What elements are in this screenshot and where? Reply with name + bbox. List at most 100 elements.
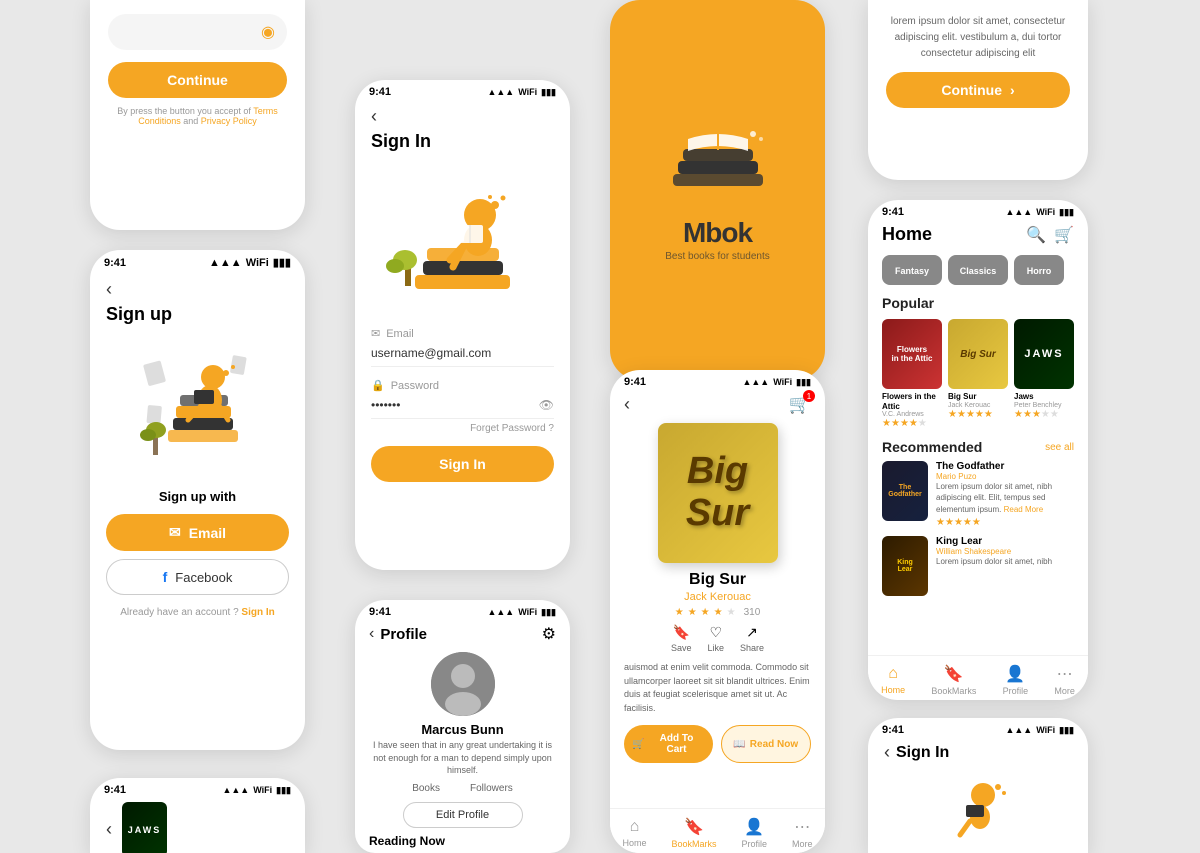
star2: ★ (688, 607, 697, 618)
back-button[interactable]: ‹ (106, 279, 112, 300)
battery-icon: ▮▮▮ (1059, 725, 1074, 736)
edit-profile-button[interactable]: Edit Profile (403, 802, 523, 828)
save-icon: 🔖 (673, 624, 690, 641)
genre-fantasy-label: Fantasy (895, 266, 929, 276)
signup-top-card: ◉ Continue By press the button you accep… (90, 0, 305, 230)
like-icon: ♡ (709, 624, 722, 641)
nav-bookmarks-label: BookMarks (671, 839, 716, 849)
book3-author: Peter Benchley (1014, 402, 1074, 409)
star4-half: ★ (714, 607, 723, 618)
search-icon[interactable]: 🔍 (1026, 225, 1046, 245)
status-bar: 9:41 ▲▲▲ WiFi ▮▮▮ (90, 250, 305, 271)
more-icon: ⋯ (794, 817, 810, 837)
rec1-title: The Godfather (936, 461, 1074, 472)
signin2-card: 9:41 ▲▲▲ WiFi ▮▮▮ ‹ Sign In (868, 718, 1088, 853)
time: 9:41 (104, 784, 126, 796)
password-input[interactable] (371, 392, 554, 419)
signin-illustration (385, 160, 540, 315)
like-action[interactable]: ♡ Like (707, 624, 724, 653)
nav-profile[interactable]: 👤 Profile (741, 817, 767, 849)
back-button-jaws[interactable]: ‹ (106, 819, 112, 840)
facebook-label: Facebook (175, 570, 232, 585)
wifi-icon: WiFi (1036, 725, 1055, 735)
email-input[interactable] (371, 340, 554, 367)
signal-icon: ▲▲▲ (487, 607, 514, 617)
signin-card: 9:41 ▲▲▲ WiFi ▮▮▮ ‹ Sign In (355, 80, 570, 570)
cart-badge: 1 (803, 390, 815, 402)
signup-with-label: Sign up with (106, 489, 289, 504)
wifi-icon: WiFi (1036, 207, 1055, 217)
profile-nav-icon: 👤 (1005, 664, 1025, 684)
book-description: auismod at enim velit commoda. Commodo s… (624, 661, 811, 715)
popular-book-2[interactable]: Big Sur Big Sur Jack Kerouac ★★★★★ (948, 319, 1008, 429)
profile-name: Marcus Bunn (421, 722, 503, 737)
nav-bookmarks[interactable]: 🔖 BookMarks (671, 817, 716, 849)
status-bar-profile: 9:41 ▲▲▲ WiFi ▮▮▮ (355, 600, 570, 620)
read-more-link[interactable]: Read More (1004, 505, 1044, 514)
nav-bookmarks-item[interactable]: 🔖 BookMarks (931, 664, 976, 696)
sign-in-link[interactable]: Sign In (241, 607, 274, 618)
rec-book-2[interactable]: KingLear King Lear William Shakespeare L… (882, 536, 1074, 596)
popular-book-1[interactable]: Flowersin the Attic Flowers in the Attic… (882, 319, 942, 429)
nav-profile-item[interactable]: 👤 Profile (1003, 664, 1029, 696)
signal-icon: ▲▲▲ (222, 785, 249, 795)
book1-author: V.C. Andrews (882, 411, 942, 418)
genre-classics[interactable]: Classics (948, 255, 1008, 285)
signin-button[interactable]: Sign In (371, 446, 554, 482)
password-toggle-icon[interactable]: 👁 (539, 398, 554, 412)
facebook-signup-button[interactable]: f Facebook (106, 559, 289, 595)
back-button-signin[interactable]: ‹ (371, 106, 377, 127)
wifi-icon: WiFi (518, 87, 537, 97)
continue-top-card: lorem ipsum dolor sit amet, consectetur … (868, 0, 1088, 180)
signal-icon: ▲▲▲ (209, 257, 242, 269)
genre-horror[interactable]: Horro (1014, 255, 1064, 285)
signup-title: Sign up (106, 304, 289, 325)
share-icon: ↗ (746, 624, 758, 641)
nav-home-item[interactable]: ⌂ Home (881, 665, 905, 695)
forgot-password-link[interactable]: Forget Password ? (371, 423, 554, 434)
nav-more[interactable]: ⋯ More (792, 817, 813, 849)
password-field-label: Password (391, 380, 439, 392)
continue-button[interactable]: Continue (108, 62, 287, 98)
nav-home[interactable]: ⌂ Home (622, 818, 646, 848)
privacy-link[interactable]: Privacy Policy (201, 116, 257, 126)
book3-title: Jaws (1014, 392, 1074, 402)
genre-horror-label: Horro (1027, 266, 1052, 276)
back-button-signin2[interactable]: ‹ (884, 742, 890, 763)
lorem-text: lorem ipsum dolor sit amet, consectetur … (886, 14, 1070, 62)
add-to-cart-button[interactable]: 🛒 Add To Cart (624, 725, 713, 763)
book-author: Jack Kerouac (624, 591, 811, 603)
nav-more-item[interactable]: ⋯ More (1054, 664, 1075, 696)
signin2-title: Sign In (896, 744, 949, 762)
nav-more-text: More (1054, 686, 1075, 696)
read-now-button[interactable]: 📖 Read Now (721, 725, 812, 763)
jaws-cover: JAWS (122, 802, 167, 853)
splash-card: Mbok Best books for students (610, 0, 825, 380)
share-action[interactable]: ↗ Share (740, 624, 764, 653)
genre-fantasy[interactable]: Fantasy (882, 255, 942, 285)
like-label: Like (707, 643, 724, 653)
wifi-icon: WiFi (253, 785, 272, 795)
time: 9:41 (882, 724, 904, 736)
back-button-book[interactable]: ‹ (624, 394, 630, 415)
popular-book-3[interactable]: JAWS Jaws Peter Benchley ★★★★★ (1014, 319, 1074, 429)
time: 9:41 (104, 257, 126, 269)
book1-title: Flowers in the Attic (882, 392, 942, 411)
email-signup-button[interactable]: ✉ Email (106, 514, 289, 551)
see-all-link[interactable]: see all (1045, 442, 1074, 453)
email-label-container: ✉ Email (371, 327, 554, 340)
wifi-icon: WiFi (518, 607, 537, 617)
status-bar-jaws: 9:41 ▲▲▲ WiFi ▮▮▮ (90, 778, 305, 798)
nav-profile-label: Profile (741, 839, 767, 849)
email-field-icon: ✉ (371, 327, 380, 340)
time: 9:41 (882, 206, 904, 218)
continue-bottom-button[interactable]: Continue › (886, 72, 1070, 108)
brand-name: Mbok (683, 217, 752, 249)
save-action[interactable]: 🔖 Save (671, 624, 692, 653)
rec-book-1[interactable]: TheGodfather The Godfather Mario Puzo Lo… (882, 461, 1074, 528)
password-label-container: 🔒 Password (371, 379, 554, 392)
back-button-profile[interactable]: ‹ (369, 625, 374, 643)
popular-label: Popular (882, 295, 1074, 311)
cart-home-icon[interactable]: 🛒 (1054, 225, 1074, 245)
settings-icon[interactable]: ⚙ (542, 624, 556, 644)
